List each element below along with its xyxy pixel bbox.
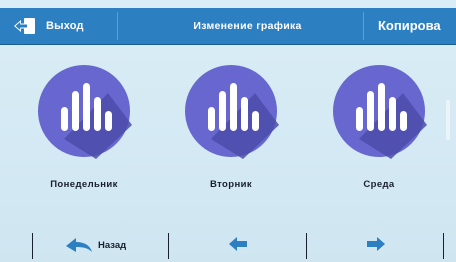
day-label: Среда [363,179,395,190]
next-page-hint [446,100,450,140]
day-label: Вторник [209,179,252,190]
next-button[interactable] [366,235,386,253]
bar-chart-icon [333,65,427,159]
schedule-edit-screen: Выход Изменение графика Копирова Понедел… [0,0,456,262]
header-bar: Выход Изменение графика Копирова [0,8,456,44]
bar-chart-icon [38,65,132,159]
day-label: Понедельник [50,179,118,190]
bar-chart-icon [185,65,279,159]
arrow-left-icon [229,237,247,251]
header-divider [117,12,118,40]
header-divider [363,12,364,40]
back-button[interactable]: Назад [64,232,154,258]
footer-divider [443,233,444,259]
footer-divider [32,233,33,259]
page-title: Изменение графика [193,20,302,32]
day-tuesday[interactable]: Вторник [166,63,296,203]
back-arrow-icon [66,238,92,252]
footer-bar: Назад [0,230,456,262]
exit-button[interactable]: Выход [12,8,116,44]
footer-divider [168,233,169,259]
back-label: Назад [98,239,127,251]
arrow-right-icon [367,237,385,251]
copy-button[interactable]: Копирова [378,8,456,44]
footer-divider [306,233,307,259]
day-monday[interactable]: Понедельник [19,63,149,203]
prev-button[interactable] [228,235,248,253]
exit-icon [14,18,35,34]
exit-label: Выход [46,20,84,32]
day-wednesday[interactable]: Среда [314,63,444,203]
